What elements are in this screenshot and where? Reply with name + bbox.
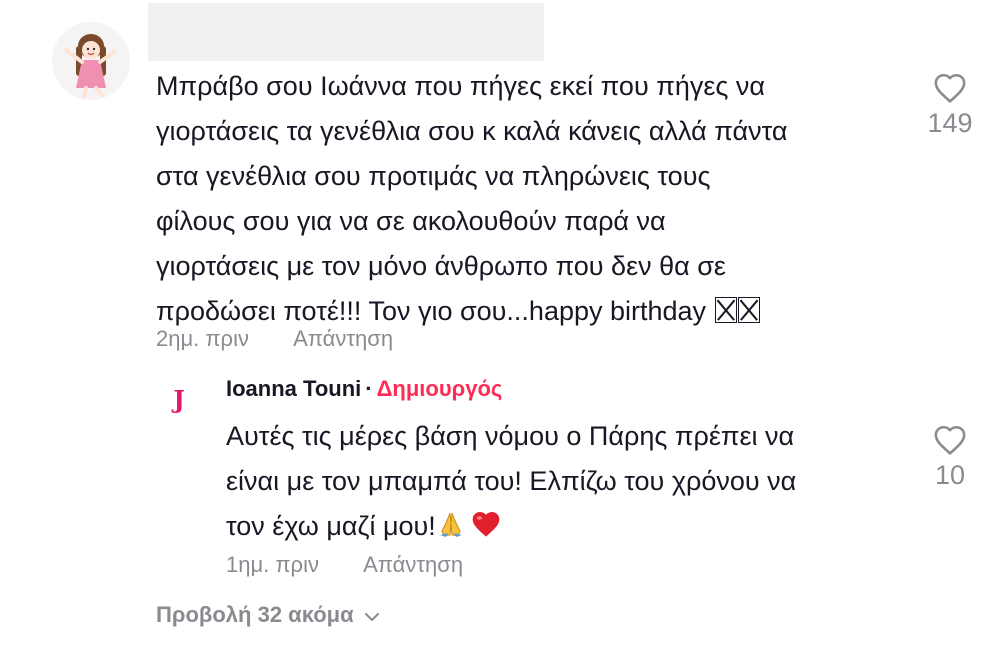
heart-outline-icon[interactable] [910,424,990,456]
view-more-label: Προβολή 32 ακόμα [156,602,354,627]
view-more-replies-button[interactable]: Προβολή 32 ακόμα [156,602,380,628]
heart-outline-icon[interactable] [910,72,990,104]
commenter-username-redacted [148,3,544,61]
comment-like-count: 149 [927,108,973,138]
reply-meta: 1ημ. πριν Απάντηση [226,552,463,578]
comment-timestamp: 2ημ. πριν [156,326,249,351]
reply-separator: · [365,376,373,401]
reply-author-name[interactable]: Ioanna Touni [226,376,361,401]
comment-reply-button[interactable]: Απάντηση [293,326,393,352]
chevron-down-icon [354,602,380,628]
reply-like-group[interactable]: 10 [910,424,990,491]
comment-like-group[interactable]: 149 [910,72,990,139]
creator-badge: Δημιουργός [376,376,503,401]
reply-reply-button[interactable]: Απάντηση [363,552,463,578]
reply-text: Αυτές τις μέρες βάση νόμου ο Πάρης πρέπε… [226,421,797,541]
reply-like-count: 10 [934,460,966,490]
reply-timestamp: 1ημ. πριν [226,552,319,577]
commenter-avatar[interactable] [52,22,130,100]
red-heart-emoji [470,508,502,553]
missing-emoji-glyph [737,297,760,323]
reply-avatar-letter: J [173,384,185,414]
folded-hands-emoji [436,508,466,553]
reply-header: Ioanna Touni · Δημιουργός [226,376,502,402]
reply-body: Αυτές τις μέρες βάση νόμου ο Πάρης πρέπε… [226,414,906,553]
missing-emoji-glyph [714,297,737,323]
reply-avatar[interactable]: J [160,380,198,418]
comment-meta: 2ημ. πριν Απάντηση [156,326,393,352]
comment-text: Μπράβο σου Ιωάννα που πήγες εκεί που πήγ… [156,71,788,326]
comment-body: Μπράβο σου Ιωάννα που πήγες εκεί που πήγ… [156,64,876,334]
